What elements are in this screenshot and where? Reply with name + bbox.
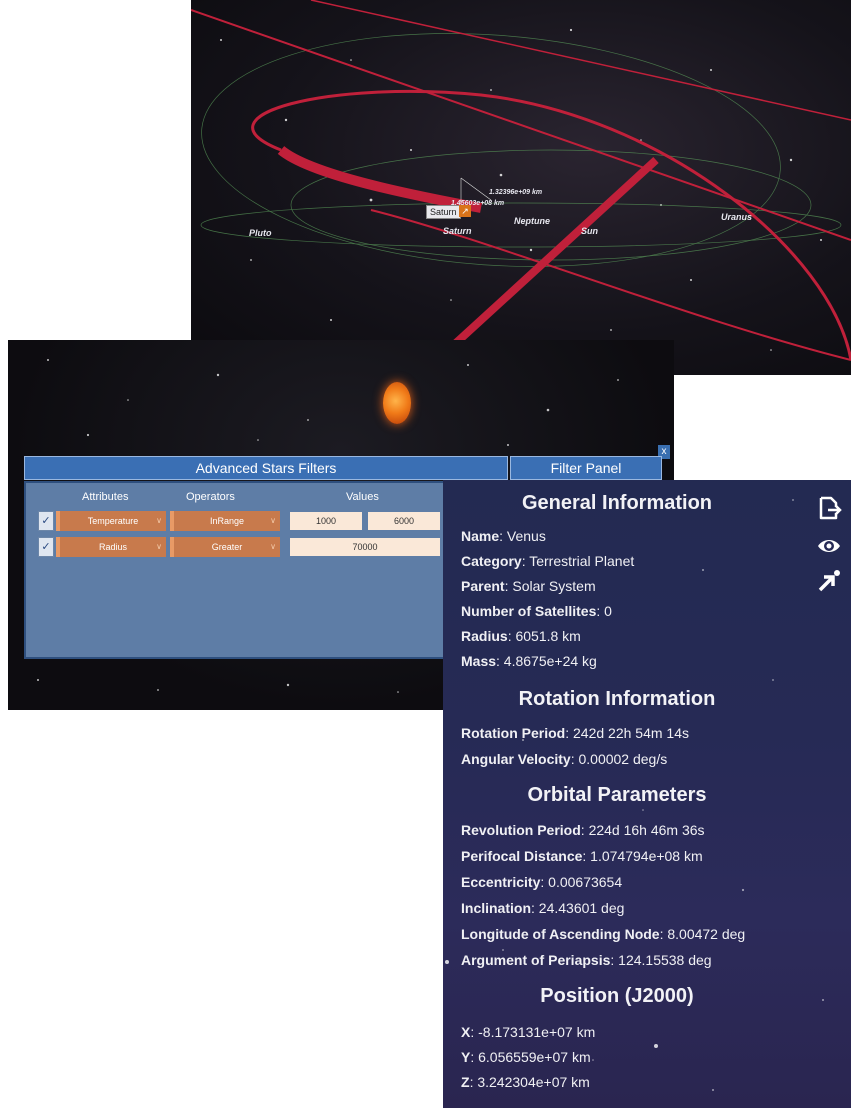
column-header-attributes: Attributes	[82, 491, 129, 503]
star-sphere[interactable]	[383, 382, 411, 424]
info-row-argument-periapsis: Argument of Periapsis: 124.15538 deg	[461, 952, 712, 968]
info-label: Name	[461, 528, 500, 544]
info-label: Z	[461, 1074, 470, 1090]
eye-icon[interactable]	[816, 533, 842, 559]
info-value: : -8.173131e+07 km	[470, 1024, 596, 1040]
operator-select[interactable]: Greater ∨	[170, 537, 280, 557]
filter-row-checkbox[interactable]: ✓	[38, 537, 54, 557]
info-label: Number of Satellites	[461, 603, 597, 619]
info-label: Mass	[461, 653, 497, 669]
info-value: : 224d 16h 46m 36s	[580, 822, 705, 838]
info-row-radius: Radius: 6051.8 km	[461, 628, 581, 644]
info-value: : 0.00002 deg/s	[570, 751, 668, 767]
info-row-name: Name: Venus	[461, 528, 546, 544]
info-label: Longitude of Ascending Node	[461, 926, 660, 942]
attribute-select-value: Temperature	[87, 516, 139, 526]
info-value: : 6051.8 km	[507, 628, 581, 644]
filter-panel-button[interactable]: Filter Panel	[510, 456, 662, 480]
info-label: Y	[461, 1049, 471, 1065]
info-value: : Venus	[499, 528, 546, 544]
info-label: Perifocal Distance	[461, 848, 583, 864]
value-min-input[interactable]: 1000	[290, 512, 362, 530]
highlighted-orbits	[191, 0, 851, 375]
planet-label-pluto[interactable]: Pluto	[249, 228, 272, 238]
info-row-ascending-node: Longitude of Ascending Node: 8.00472 deg	[461, 926, 745, 942]
object-info-panel: General Information Name: Venus Category…	[443, 480, 851, 1108]
attribute-select[interactable]: Temperature ∨	[56, 511, 166, 531]
info-value: : 4.8675e+24 kg	[496, 653, 597, 669]
info-value: : 3.242304e+07 km	[469, 1074, 590, 1090]
faint-orbits	[200, 33, 842, 267]
filter-row-checkbox[interactable]: ✓	[38, 511, 54, 531]
solar-system-view[interactable]: 1.32396e+09 km 1.45603e+08 km Saturn ↗ P…	[191, 0, 851, 375]
planet-label-neptune[interactable]: Neptune	[514, 216, 550, 226]
orbital-parameters-heading: Orbital Parameters	[527, 784, 707, 806]
info-value: : 6.056559e+07 km	[470, 1049, 591, 1065]
info-value: : Solar System	[504, 578, 596, 594]
chevron-down-icon: ∨	[156, 516, 162, 525]
info-value: : Terrestrial Planet	[521, 553, 635, 569]
goto-icon[interactable]	[816, 568, 842, 594]
chevron-down-icon: ∨	[270, 516, 276, 525]
info-label: Revolution Period	[461, 822, 581, 838]
general-information-heading: General Information	[521, 492, 713, 514]
planet-label-sun[interactable]: Sun	[581, 226, 598, 236]
info-label: Rotation Period	[461, 725, 566, 741]
value-max-input[interactable]: 6000	[368, 512, 440, 530]
info-value: : 242d 22h 54m 14s	[565, 725, 689, 741]
info-row-inclination: Inclination: 24.43601 deg	[461, 900, 624, 916]
info-row-eccentricity: Eccentricity: 0.00673654	[461, 874, 622, 890]
info-row-x: X: -8.173131e+07 km	[461, 1024, 595, 1040]
info-label: X	[461, 1024, 471, 1040]
info-value: : 0.00673654	[540, 874, 623, 890]
selected-object-tag[interactable]: Saturn	[426, 205, 461, 219]
chevron-down-icon: ∨	[156, 542, 162, 551]
chevron-down-icon: ∨	[270, 542, 276, 551]
filters-title: Advanced Stars Filters	[24, 456, 508, 480]
info-row-rotation-period: Rotation Period: 242d 22h 54m 14s	[461, 725, 689, 741]
info-value: : 8.00472 deg	[659, 926, 746, 942]
info-label: Angular Velocity	[461, 751, 571, 767]
planet-label-uranus[interactable]: Uranus	[721, 212, 752, 222]
rotation-information-heading: Rotation Information	[518, 688, 716, 710]
column-header-values: Values	[346, 491, 379, 503]
info-row-mass: Mass: 4.8675e+24 kg	[461, 653, 597, 669]
info-row-perifocal-distance: Perifocal Distance: 1.074794e+08 km	[461, 848, 703, 864]
export-icon[interactable]	[816, 495, 842, 521]
info-value: : 24.43601 deg	[531, 900, 625, 916]
column-header-operators: Operators	[186, 491, 235, 503]
info-label: Inclination	[461, 900, 531, 916]
info-label: Eccentricity	[461, 874, 541, 890]
info-value: : 0	[596, 603, 612, 619]
info-row-angular-velocity: Angular Velocity: 0.00002 deg/s	[461, 751, 667, 767]
value-input[interactable]: 70000	[290, 538, 440, 556]
info-row-satellites: Number of Satellites: 0	[461, 603, 612, 619]
info-row-parent: Parent: Solar System	[461, 578, 596, 594]
operator-select[interactable]: InRange ∨	[170, 511, 280, 531]
info-label: Radius	[461, 628, 508, 644]
planet-label-saturn[interactable]: Saturn	[443, 226, 472, 236]
operator-select-value: InRange	[209, 516, 245, 526]
info-label: Argument of Periapsis	[461, 952, 611, 968]
distance-label-1: 1.32396e+09 km	[489, 189, 543, 196]
info-row-revolution-period: Revolution Period: 224d 16h 46m 36s	[461, 822, 705, 838]
info-label: Category	[461, 553, 522, 569]
attribute-select-value: Radius	[98, 542, 127, 552]
orbit-canvas	[191, 0, 851, 375]
operator-select-value: Greater	[211, 542, 243, 552]
info-row-category: Category: Terrestrial Planet	[461, 553, 634, 569]
info-value: : 1.074794e+08 km	[582, 848, 703, 864]
goto-icon[interactable]: ↗	[459, 205, 471, 217]
info-value: : 124.15538 deg	[610, 952, 712, 968]
info-label: Parent	[461, 578, 505, 594]
info-row-y: Y: 6.056559e+07 km	[461, 1049, 591, 1065]
position-heading: Position (J2000)	[540, 985, 694, 1007]
info-row-z: Z: 3.242304e+07 km	[461, 1074, 590, 1090]
attribute-select[interactable]: Radius ∨	[56, 537, 166, 557]
